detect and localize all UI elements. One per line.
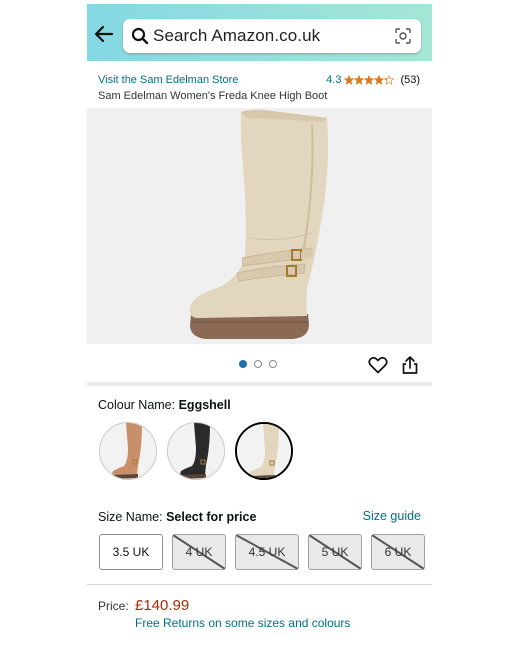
price-divider xyxy=(87,584,432,585)
size-option[interactable]: 5 UK xyxy=(308,534,362,570)
section-divider xyxy=(87,382,432,386)
star-icon xyxy=(354,75,365,85)
star-icon xyxy=(344,75,355,85)
camera-scan-icon[interactable] xyxy=(394,27,412,45)
size-option[interactable]: 4.5 UK xyxy=(235,534,299,570)
size-option-label: 4 UK xyxy=(185,545,213,559)
colour-label-text: Colour Name: xyxy=(98,398,179,412)
size-option[interactable]: 3.5 UK xyxy=(99,534,163,570)
product-page: Search Amazon.co.uk Visit the Sam Edelma… xyxy=(87,4,432,646)
boot-thumbnail-icon xyxy=(100,423,156,479)
tan-boot-swatch[interactable] xyxy=(99,422,157,480)
price-label: Price: xyxy=(98,599,129,613)
carousel-dot[interactable] xyxy=(269,360,277,368)
carousel-dot[interactable] xyxy=(239,360,247,368)
star-icon xyxy=(384,75,395,85)
rating-summary[interactable]: 4.3 (53) xyxy=(326,74,420,86)
star-rating xyxy=(344,75,395,85)
boot-thumbnail-icon xyxy=(168,423,224,479)
size-option-label: 4.5 UK xyxy=(248,545,286,559)
search-input[interactable]: Search Amazon.co.uk xyxy=(123,19,421,53)
boot-thumbnail-icon xyxy=(237,424,291,478)
rating-count: (53) xyxy=(400,74,420,86)
size-option[interactable]: 6 UK xyxy=(371,534,425,570)
eggshell-boot-swatch[interactable] xyxy=(235,422,293,480)
colour-label: Colour Name: Eggshell xyxy=(98,398,231,412)
search-header: Search Amazon.co.uk xyxy=(87,4,432,61)
free-returns-link[interactable]: Free Returns on some sizes and colours xyxy=(135,616,350,630)
size-option-label: 6 UK xyxy=(384,545,412,559)
search-icon xyxy=(131,27,149,45)
heart-icon[interactable] xyxy=(368,356,388,374)
price-value: £140.99 xyxy=(135,597,190,614)
image-carousel-dots[interactable] xyxy=(239,360,277,368)
size-label: Size Name: Select for price xyxy=(98,510,256,524)
star-icon xyxy=(374,75,385,85)
black-boot-swatch[interactable] xyxy=(167,422,225,480)
selected-colour: Eggshell xyxy=(178,398,231,412)
selected-size: Select for price xyxy=(166,510,257,524)
size-guide-link[interactable]: Size guide xyxy=(363,509,421,523)
rating-value: 4.3 xyxy=(326,74,342,86)
size-option-label: 3.5 UK xyxy=(112,545,150,559)
size-option-label: 5 UK xyxy=(321,545,349,559)
back-arrow-icon[interactable] xyxy=(93,23,115,45)
size-option[interactable]: 4 UK xyxy=(172,534,226,570)
colour-swatches xyxy=(99,422,293,480)
star-icon xyxy=(364,75,375,85)
carousel-dot[interactable] xyxy=(254,360,262,368)
search-placeholder: Search Amazon.co.uk xyxy=(153,26,321,45)
boot-image xyxy=(189,109,329,339)
store-link[interactable]: Visit the Sam Edelman Store xyxy=(98,74,238,86)
size-options: 3.5 UK 4 UK 4.5 UK 5 UK 6 UK xyxy=(99,534,425,570)
product-title: Sam Edelman Women's Freda Knee High Boot xyxy=(98,90,328,102)
size-label-text: Size Name: xyxy=(98,510,167,524)
product-image[interactable] xyxy=(87,108,432,344)
share-icon[interactable] xyxy=(401,355,419,375)
